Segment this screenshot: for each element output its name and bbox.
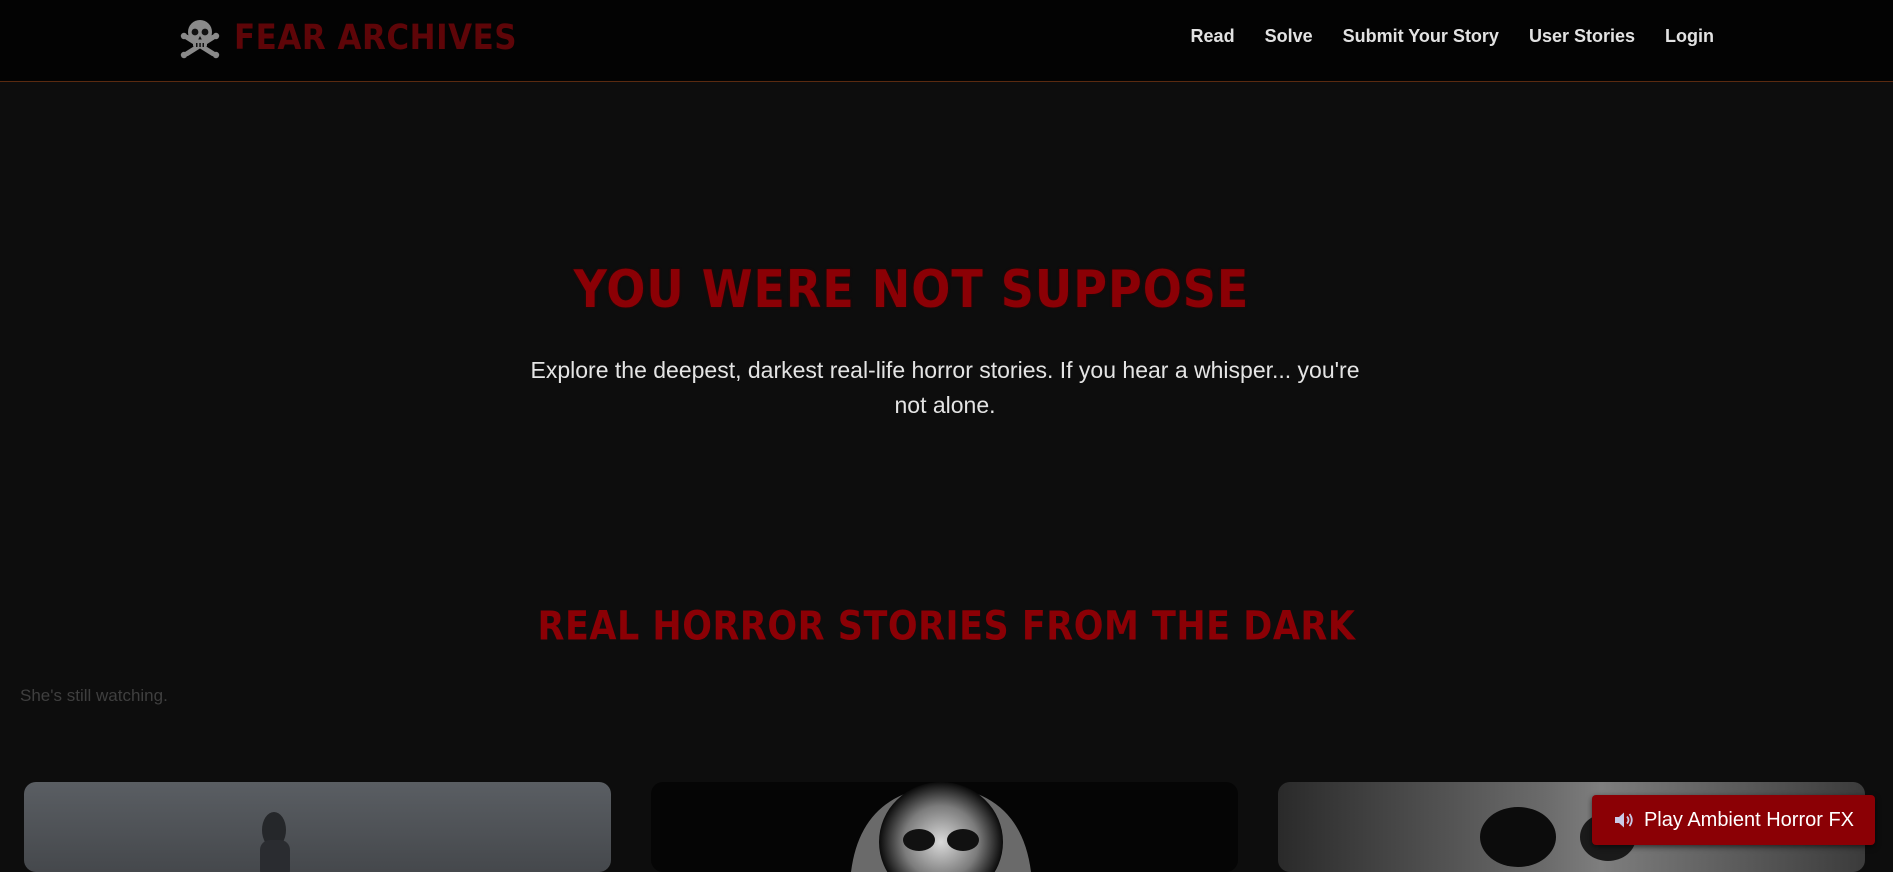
ambient-fx-button[interactable]: Play Ambient Horror FX xyxy=(1592,795,1875,845)
brand-logo[interactable]: FEAR ARCHIVES xyxy=(178,17,517,59)
speaker-icon xyxy=(1614,812,1633,828)
ambient-fx-label: Play Ambient Horror FX xyxy=(1643,808,1855,831)
card-1-image xyxy=(260,812,290,872)
stories-heading: REAL HORROR STORIES FROM THE DARK xyxy=(537,604,1356,650)
story-card-1[interactable] xyxy=(24,782,611,872)
nav-read-link[interactable]: Read xyxy=(1191,26,1235,47)
story-card-2[interactable] xyxy=(651,782,1238,872)
nav-submit-story-link[interactable]: Submit Your Story xyxy=(1343,26,1499,47)
brand-name: FEAR ARCHIVES xyxy=(234,17,518,59)
whisper-text: She's still watching. xyxy=(20,686,168,705)
nav-solve-link[interactable]: Solve xyxy=(1265,26,1313,47)
navbar: FEAR ARCHIVES Read Solve Submit Your Sto… xyxy=(0,0,1893,82)
nav-user-stories-link[interactable]: User Stories xyxy=(1529,26,1635,47)
hero-title: YOU WERE NOT SUPPOSE xyxy=(573,258,1250,320)
hero-title-wrap: YOU WERE NOT SUPPOSE xyxy=(0,258,1893,320)
section-title-wrap: REAL HORROR STORIES FROM THE DARK xyxy=(0,604,1893,650)
hero-subtitle: Explore the deepest, darkest real-life h… xyxy=(530,357,1360,418)
main-nav: Read Solve Submit Your Story User Storie… xyxy=(1191,26,1714,47)
card-2-image xyxy=(851,782,1031,872)
skull-crossbones-icon xyxy=(180,20,220,59)
nav-login-link[interactable]: Login xyxy=(1665,26,1714,47)
